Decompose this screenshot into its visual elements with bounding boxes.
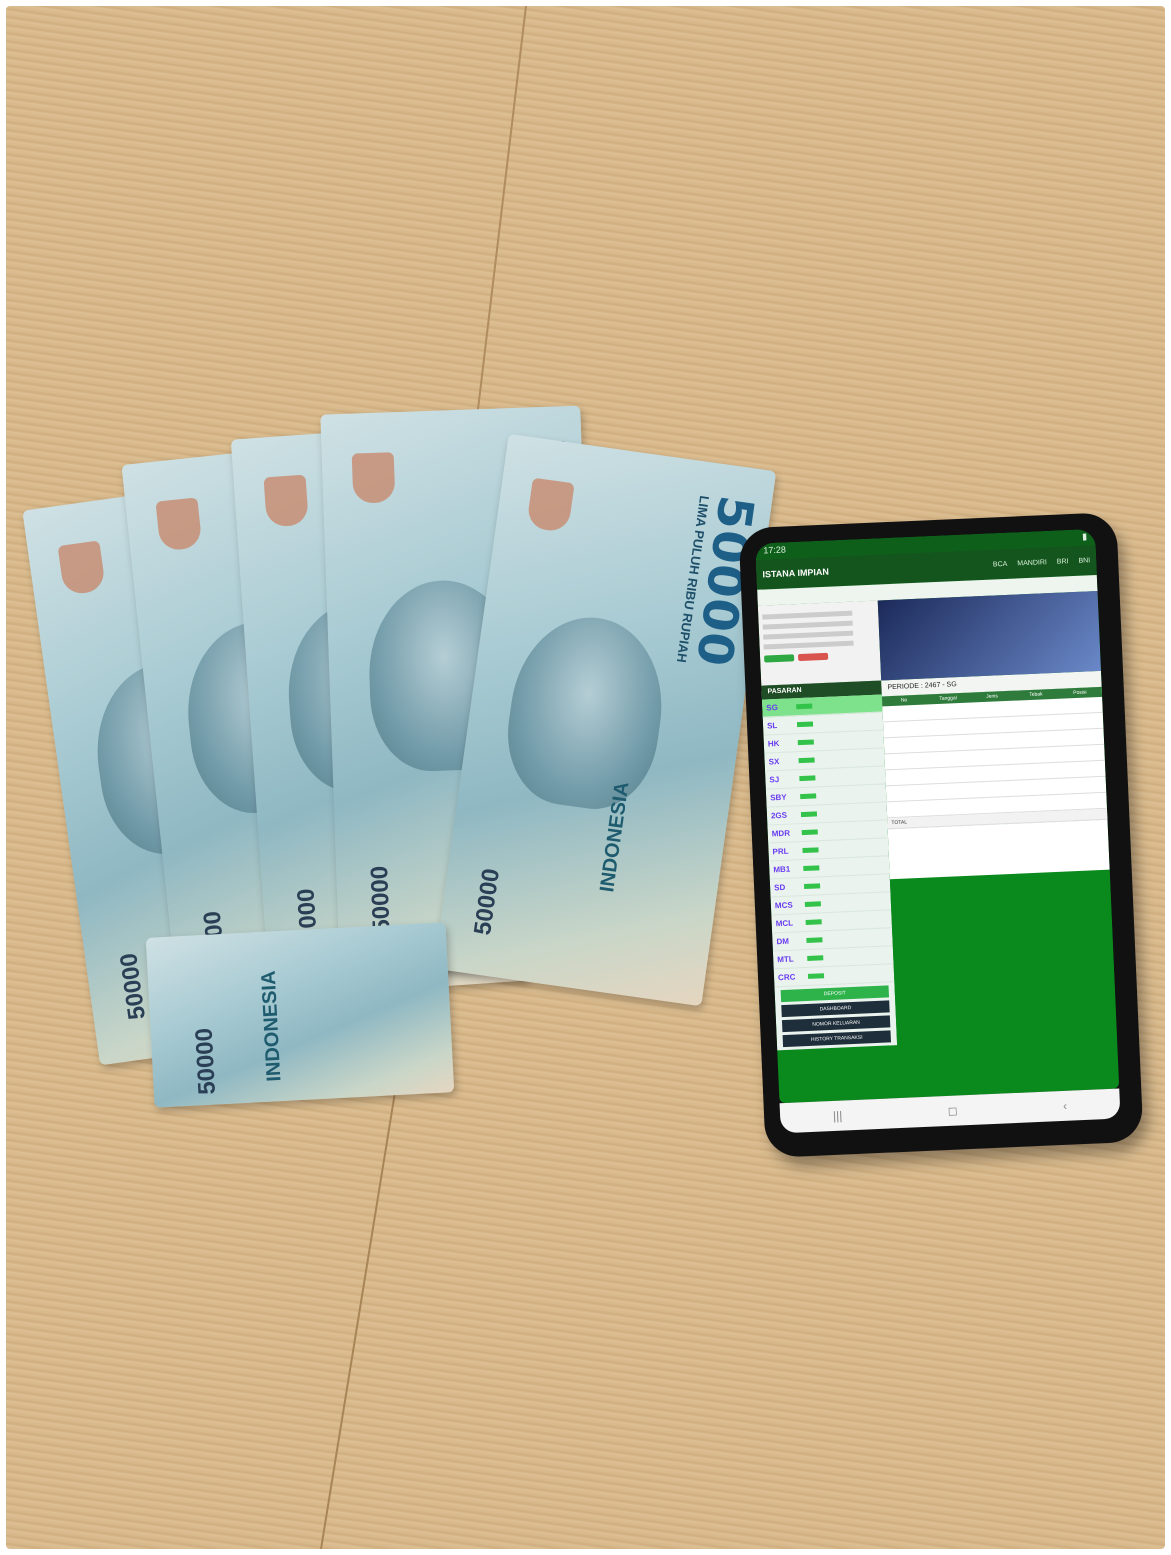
banknote-bottom: INDONESIA 50000 [145, 922, 455, 1108]
nav-bank[interactable]: MANDIRI [1017, 559, 1047, 567]
nav-bank[interactable]: BRI [1057, 558, 1069, 566]
phone-screen: 17:28 ▮ ISTANA IMPIAN BCA MANDIRI BRI BN… [755, 529, 1120, 1104]
market-list: PASARAN SG SL HK SX SJ SBY 2GS MDR PRL M… [761, 680, 898, 1051]
recent-apps-icon[interactable]: ||| [833, 1109, 843, 1123]
info-note [887, 819, 1110, 880]
status-time: 17:28 [763, 544, 787, 556]
nomor-keluaran-button[interactable]: NOMOR KELUARAN [781, 1015, 891, 1033]
photo-scene: 50000 50000 INDONESIA 50000 50000 LIMA P… [0, 0, 1171, 1555]
deposit-button[interactable]: DEPOSIT [780, 985, 890, 1003]
logout-button[interactable] [797, 652, 829, 662]
site-logo[interactable]: ISTANA IMPIAN [762, 567, 829, 580]
battery-icon: ▮ [1081, 531, 1088, 542]
dashboard-button[interactable]: DASHBOARD [781, 1000, 890, 1018]
action-button[interactable] [764, 654, 795, 663]
promo-banner[interactable] [877, 590, 1101, 681]
nav-bank[interactable]: BNI [1078, 557, 1090, 565]
home-icon[interactable]: ◻ [947, 1104, 958, 1118]
bet-table: No Tanggal Jenis Tebak Posisi TOTAL [881, 686, 1108, 830]
nav-bank[interactable]: BCA [993, 560, 1008, 568]
history-button[interactable]: HISTORY TRANSAKSI [782, 1030, 891, 1048]
market-row[interactable]: CRC [773, 964, 895, 988]
bet-panel: PERIODE : 2467 - SG No Tanggal Jenis Teb… [881, 670, 1117, 1046]
back-icon[interactable]: ‹ [1063, 1099, 1068, 1113]
smartphone: 17:28 ▮ ISTANA IMPIAN BCA MANDIRI BRI BN… [738, 512, 1144, 1158]
account-panel [757, 600, 882, 686]
